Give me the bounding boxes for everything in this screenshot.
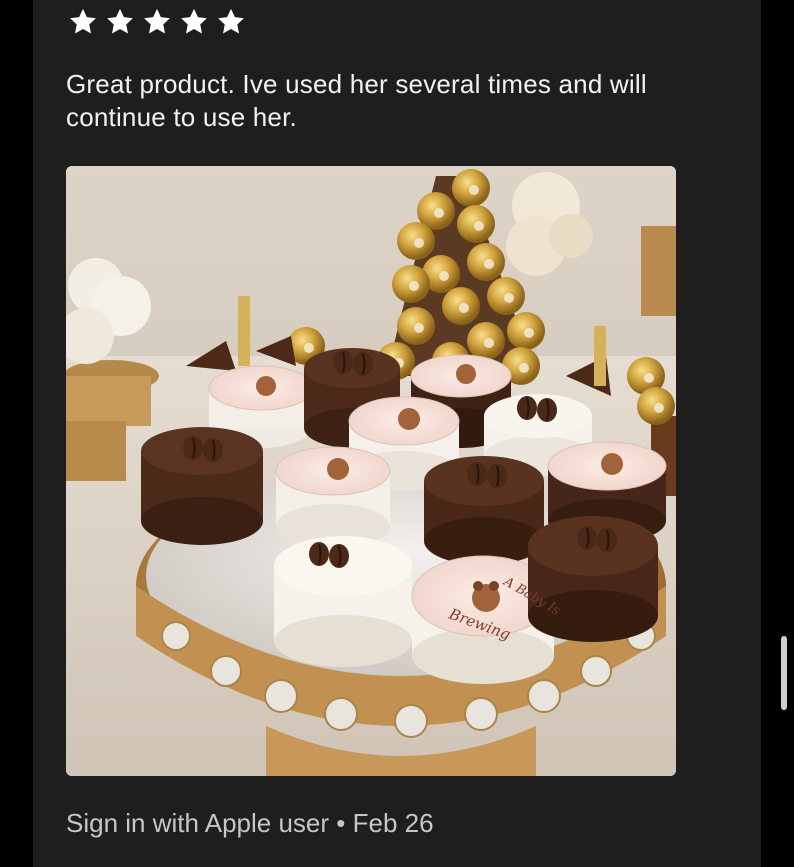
star-icon: [70, 8, 96, 34]
review-author: Sign in with Apple user: [66, 808, 330, 838]
star-rating: [68, 7, 246, 37]
review-photo-image: A Baby Is Brewing: [66, 166, 676, 776]
star-icon: [218, 8, 244, 34]
star-icon: [107, 8, 133, 34]
meta-separator: •: [336, 808, 346, 838]
star-icon: [144, 8, 170, 34]
review-photo[interactable]: A Baby Is Brewing: [66, 166, 676, 776]
review-text: Great product. Ive used her several time…: [66, 69, 647, 132]
review-card: Great product. Ive used her several time…: [33, 0, 761, 867]
review-date: Feb 26: [352, 808, 434, 838]
scrollbar-thumb[interactable]: [781, 636, 787, 710]
star-icon: [181, 8, 207, 34]
review-meta: Sign in with Apple user • Feb 26: [66, 806, 434, 840]
